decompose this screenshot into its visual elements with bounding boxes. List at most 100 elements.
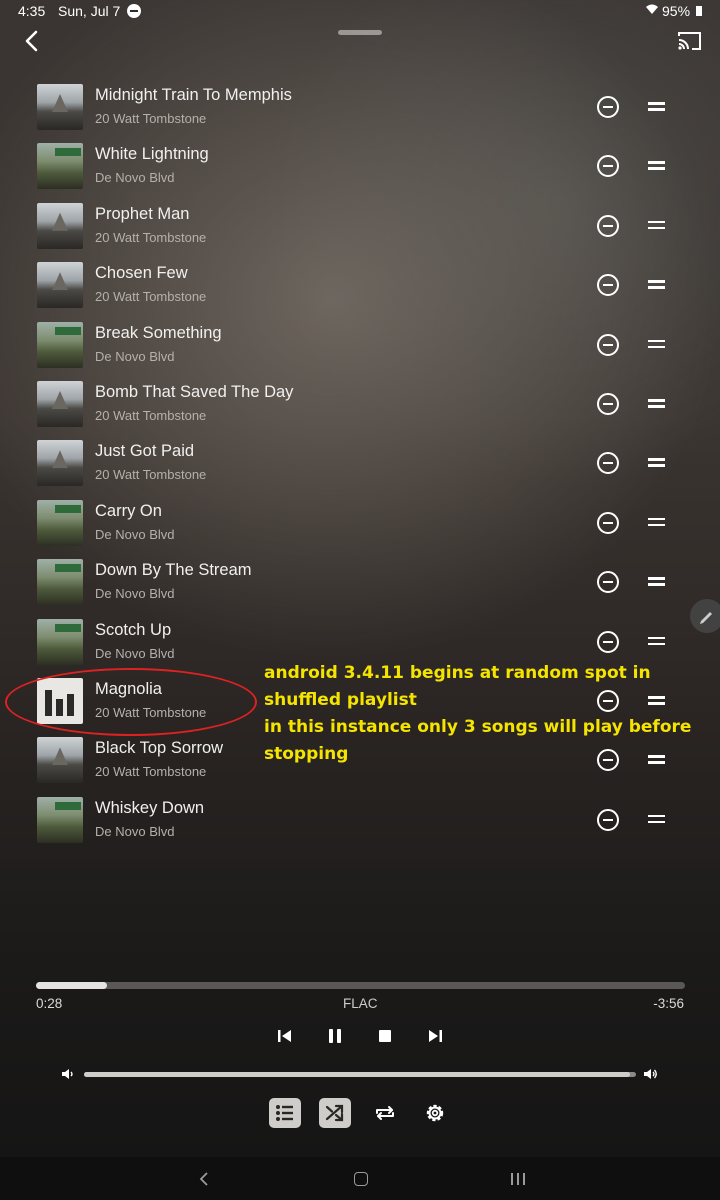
track-artist: De Novo Blvd: [95, 586, 175, 602]
remove-circle-icon[interactable]: [597, 571, 619, 594]
remove-circle-icon[interactable]: [597, 630, 619, 653]
system-nav-bar: [0, 1157, 720, 1200]
drag-handle-icon[interactable]: [648, 220, 665, 230]
track-artist: De Novo Blvd: [95, 170, 175, 186]
queue-item[interactable]: Prophet Man 20 Watt Tombstone: [0, 196, 720, 255]
drag-handle-icon[interactable]: [648, 636, 665, 646]
remove-circle-icon[interactable]: [597, 155, 619, 178]
album-art: [37, 737, 83, 784]
drag-handle-icon[interactable]: [648, 101, 665, 111]
status-date: Sun, Jul 7: [58, 3, 121, 19]
remove-circle-icon[interactable]: [597, 333, 619, 356]
drag-handle-icon[interactable]: [648, 160, 665, 170]
remove-circle-icon[interactable]: [597, 452, 619, 475]
track-artist: 20 Watt Tombstone: [95, 111, 207, 126]
drag-handle-icon[interactable]: [648, 279, 665, 289]
drag-handle-icon[interactable]: [648, 517, 665, 527]
album-art: [37, 84, 83, 130]
elapsed-time: 0:28: [36, 996, 63, 1011]
album-art: [37, 262, 83, 309]
annotation-line: android 3.4.11 begins at random spot in: [264, 663, 651, 683]
track-artist: 20 Watt Tombstone: [95, 408, 207, 423]
do-not-disturb-icon: [127, 4, 141, 18]
drag-handle-icon[interactable]: [648, 398, 665, 408]
track-title: Carry On: [95, 501, 162, 520]
pause-icon[interactable]: [324, 1025, 346, 1047]
status-time: 4:35: [18, 3, 46, 19]
track-artist: 20 Watt Tombstone: [95, 229, 207, 245]
now-playing-art: [37, 678, 83, 724]
track-artist: 20 Watt Tombstone: [95, 705, 207, 720]
track-title: Magnolia: [95, 680, 162, 698]
nav-home-icon[interactable]: [354, 1172, 368, 1186]
queue-item[interactable]: Bomb That Saved The Day 20 Watt Tombstone: [0, 374, 720, 433]
shuffle-icon[interactable]: [319, 1098, 351, 1128]
volume-high-icon[interactable]: [642, 1065, 660, 1083]
repeat-icon[interactable]: [369, 1098, 401, 1128]
audio-format: FLAC: [343, 996, 378, 1011]
track-artist: 20 Watt Tombstone: [95, 467, 207, 483]
remove-circle-icon[interactable]: [597, 274, 619, 297]
album-art: [37, 381, 83, 427]
battery-percent: 95%: [662, 3, 691, 19]
volume-slider[interactable]: [84, 1072, 636, 1077]
album-art: [37, 440, 83, 487]
album-art: [37, 559, 83, 606]
gear-icon[interactable]: [419, 1098, 451, 1128]
track-title: Black Top Sorrow: [95, 739, 224, 758]
sheet-drag-handle[interactable]: [338, 30, 382, 35]
nav-recents-icon[interactable]: [511, 1173, 525, 1185]
track-title: Down By The Stream: [95, 561, 252, 580]
track-title: Break Something: [95, 323, 222, 342]
track-artist: De Novo Blvd: [95, 348, 175, 364]
remove-circle-icon[interactable]: [597, 808, 619, 831]
queue-item[interactable]: Carry On De Novo Blvd: [0, 493, 720, 552]
track-title: Bomb That Saved The Day: [95, 383, 294, 401]
drag-handle-icon[interactable]: [648, 339, 665, 349]
track-artist: De Novo Blvd: [95, 645, 175, 661]
pencil-icon[interactable]: [690, 599, 720, 633]
annotation-line: in this instance only 3 songs will play …: [264, 717, 692, 737]
track-artist: 20 Watt Tombstone: [95, 764, 207, 780]
volume-slider-fill: [84, 1072, 631, 1077]
track-artist: De Novo Blvd: [95, 526, 175, 542]
drag-handle-icon[interactable]: [648, 457, 665, 467]
remaining-time: -3:56: [653, 996, 684, 1011]
remove-circle-icon[interactable]: [597, 96, 619, 118]
queue-item[interactable]: White Lightning De Novo Blvd: [0, 136, 720, 195]
seek-bar-fill: [36, 982, 108, 989]
remove-circle-icon[interactable]: [597, 511, 619, 534]
equalizer-icon: [45, 690, 75, 716]
track-title: Midnight Train To Memphis: [95, 86, 292, 104]
drag-handle-icon[interactable]: [648, 576, 665, 586]
annotation-line: shuffled playlist: [264, 690, 417, 710]
album-art: [37, 202, 83, 249]
remove-circle-icon[interactable]: [597, 214, 619, 237]
track-title: White Lightning: [95, 145, 209, 164]
queue-item[interactable]: Just Got Paid 20 Watt Tombstone: [0, 433, 720, 492]
nav-back-icon[interactable]: [198, 1171, 210, 1187]
queue-item[interactable]: Break Something De Novo Blvd: [0, 315, 720, 374]
annotation-line: stopping: [264, 744, 349, 764]
skip-previous-icon[interactable]: [274, 1025, 296, 1047]
album-art: [37, 796, 83, 843]
remove-circle-icon[interactable]: [597, 393, 619, 415]
cast-icon[interactable]: [677, 30, 703, 52]
queue-item[interactable]: Whiskey Down De Novo Blvd: [0, 790, 720, 849]
queue-item[interactable]: Midnight Train To Memphis 20 Watt Tombsto…: [0, 77, 720, 136]
back-chevron-icon[interactable]: [20, 28, 44, 54]
queue-item[interactable]: Chosen Few 20 Watt Tombstone: [0, 255, 720, 314]
battery-icon: [696, 6, 702, 16]
track-title: Scotch Up: [95, 620, 172, 639]
queue-item[interactable]: Down By The Stream De Novo Blvd: [0, 552, 720, 611]
seek-bar[interactable]: [36, 982, 685, 989]
volume-low-icon[interactable]: [60, 1066, 76, 1082]
album-art: [37, 321, 83, 368]
track-title: Whiskey Down: [95, 798, 205, 817]
status-bar: 4:35 Sun, Jul 7 95%: [0, 0, 720, 24]
skip-next-icon[interactable]: [424, 1025, 446, 1047]
wifi-icon: [645, 2, 659, 19]
queue-list-icon[interactable]: [269, 1098, 301, 1128]
stop-icon[interactable]: [374, 1025, 396, 1047]
drag-handle-icon[interactable]: [648, 814, 665, 824]
